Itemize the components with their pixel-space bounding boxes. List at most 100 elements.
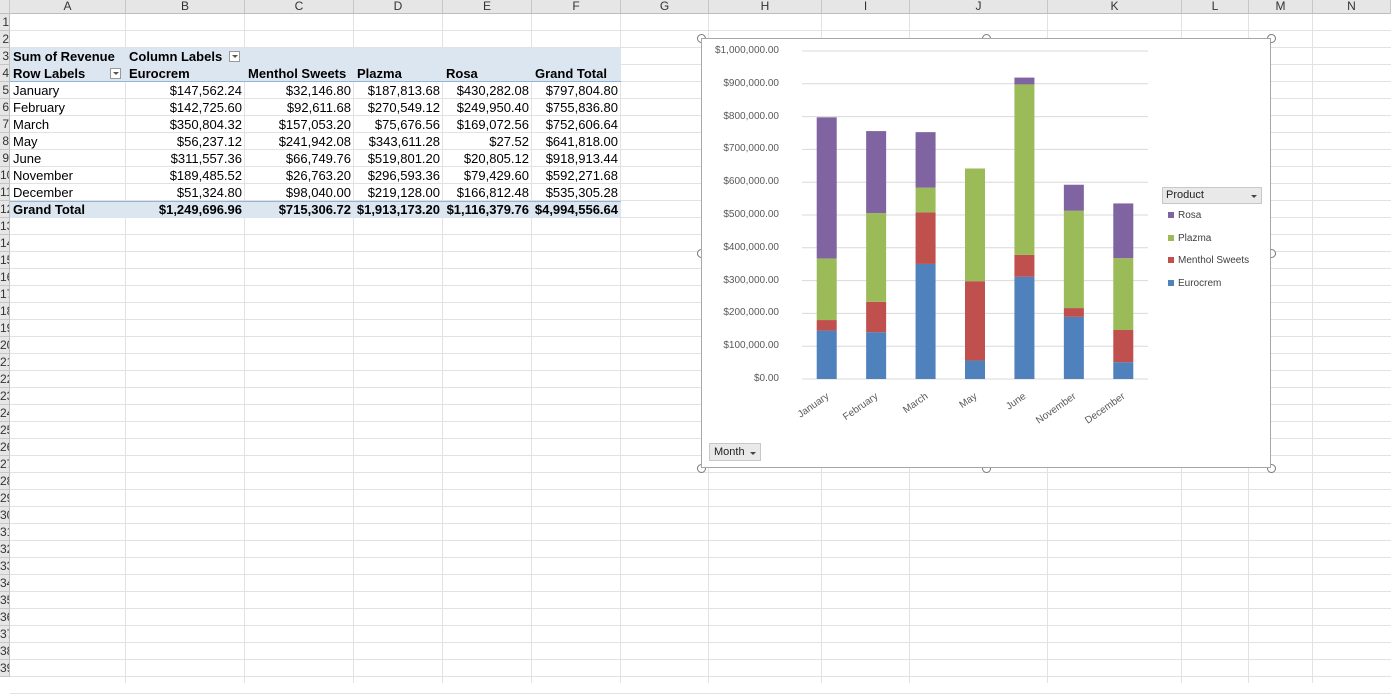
pivot-row-label[interactable]: March (10, 116, 126, 133)
bar-plazma-february[interactable] (866, 213, 886, 302)
bar-menthol-sweets-november[interactable] (1064, 308, 1084, 317)
select-all-corner[interactable] (0, 0, 10, 14)
row-header-38[interactable]: 38 (0, 643, 10, 660)
row-header-18[interactable]: 18 (0, 303, 10, 320)
pivot-value-cell[interactable]: $797,804.80 (532, 82, 621, 99)
row-header-7[interactable]: 7 (0, 116, 10, 133)
column-header-M[interactable]: M (1249, 0, 1313, 14)
row-header-10[interactable]: 10 (0, 167, 10, 184)
row-header-36[interactable]: 36 (0, 609, 10, 626)
row-header-27[interactable]: 27 (0, 456, 10, 473)
row-header-11[interactable]: 11 (0, 184, 10, 201)
pivot-value-cell[interactable]: $535,305.28 (532, 184, 621, 201)
pivot-value-cell[interactable]: $157,053.20 (245, 116, 354, 133)
row-header-22[interactable]: 22 (0, 371, 10, 388)
pivot-value-cell[interactable]: $142,725.60 (126, 99, 245, 116)
pivot-grand-total-cell[interactable]: $1,249,696.96 (126, 201, 245, 218)
pivot-value-cell[interactable]: $311,557.36 (126, 150, 245, 167)
column-header-H[interactable]: H (709, 0, 822, 14)
pivot-value-cell[interactable]: $350,804.32 (126, 116, 245, 133)
pivot-column-header[interactable]: Grand Total (532, 65, 621, 82)
column-header-E[interactable]: E (443, 0, 532, 14)
row-header-14[interactable]: 14 (0, 235, 10, 252)
pivot-value-cell[interactable]: $241,942.08 (245, 133, 354, 150)
column-header-F[interactable]: F (532, 0, 621, 14)
column-header-D[interactable]: D (354, 0, 443, 14)
pivot-value-cell[interactable]: $26,763.20 (245, 167, 354, 184)
pivot-value-cell[interactable]: $592,271.68 (532, 167, 621, 184)
row-header-16[interactable]: 16 (0, 269, 10, 286)
month-field-button[interactable]: Month (709, 443, 761, 461)
bar-eurocrem-february[interactable] (866, 332, 886, 379)
column-header-C[interactable]: C (245, 0, 354, 14)
row-header-2[interactable]: 2 (0, 31, 10, 48)
legend-item-rosa[interactable]: Rosa (1168, 210, 1201, 221)
bar-eurocrem-may[interactable] (965, 361, 985, 379)
bar-eurocrem-december[interactable] (1113, 362, 1133, 379)
row-header-15[interactable]: 15 (0, 252, 10, 269)
row-header-28[interactable]: 28 (0, 473, 10, 490)
pivot-value-cell[interactable]: $641,818.00 (532, 133, 621, 150)
row-header-12[interactable]: 12 (0, 201, 10, 218)
bar-eurocrem-november[interactable] (1064, 317, 1084, 379)
pivot-value-cell[interactable]: $98,040.00 (245, 184, 354, 201)
bar-rosa-june[interactable] (1014, 78, 1034, 85)
pivot-column-header[interactable]: Rosa (443, 65, 532, 82)
bar-menthol-sweets-december[interactable] (1113, 330, 1133, 362)
pivot-value-cell[interactable]: $32,146.80 (245, 82, 354, 99)
row-header-20[interactable]: 20 (0, 337, 10, 354)
pivot-value-cell[interactable]: $75,676.56 (354, 116, 443, 133)
row-header-25[interactable]: 25 (0, 422, 10, 439)
bar-rosa-february[interactable] (866, 131, 886, 213)
row-header-3[interactable]: 3 (0, 48, 10, 65)
bar-plazma-december[interactable] (1113, 258, 1133, 330)
pivot-grand-total-label[interactable]: Grand Total (10, 201, 126, 218)
pivot-column-header[interactable]: Menthol Sweets (245, 65, 354, 82)
pivot-column-labels[interactable]: Column Labels (126, 48, 245, 65)
bar-menthol-sweets-june[interactable] (1014, 255, 1034, 277)
row-header-34[interactable]: 34 (0, 575, 10, 592)
column-header-G[interactable]: G (621, 0, 709, 14)
pivot-value-cell[interactable]: $147,562.24 (126, 82, 245, 99)
legend-item-eurocrem[interactable]: Eurocrem (1168, 278, 1221, 289)
pivot-row-label[interactable]: December (10, 184, 126, 201)
pivot-value-cell[interactable]: $66,749.76 (245, 150, 354, 167)
row-header-13[interactable]: 13 (0, 218, 10, 235)
row-header-6[interactable]: 6 (0, 99, 10, 116)
pivot-value-cell[interactable]: $169,072.56 (443, 116, 532, 133)
column-header-A[interactable]: A (10, 0, 126, 14)
pivot-grand-total-cell[interactable]: $1,116,379.76 (443, 201, 532, 218)
pivot-row-label[interactable]: November (10, 167, 126, 184)
pivot-values-label[interactable]: Sum of Revenue (10, 48, 126, 65)
pivot-value-cell[interactable]: $519,801.20 (354, 150, 443, 167)
column-header-L[interactable]: L (1182, 0, 1249, 14)
bar-menthol-sweets-march[interactable] (916, 212, 936, 264)
row-header-32[interactable]: 32 (0, 541, 10, 558)
pivot-value-cell[interactable]: $219,128.00 (354, 184, 443, 201)
row-header-17[interactable]: 17 (0, 286, 10, 303)
bar-rosa-december[interactable] (1113, 203, 1133, 258)
row-header-39[interactable]: 39 (0, 660, 10, 677)
row-header-33[interactable]: 33 (0, 558, 10, 575)
pivot-value-cell[interactable]: $918,913.44 (532, 150, 621, 167)
bar-plazma-march[interactable] (916, 188, 936, 213)
row-header-30[interactable]: 30 (0, 507, 10, 524)
pivot-value-cell[interactable]: $755,836.80 (532, 99, 621, 116)
row-labels-filter-dropdown[interactable] (110, 68, 121, 79)
column-header-I[interactable]: I (822, 0, 910, 14)
bar-eurocrem-june[interactable] (1014, 277, 1034, 379)
legend-field-button[interactable]: Product (1162, 187, 1262, 204)
row-header-31[interactable]: 31 (0, 524, 10, 541)
pivot-value-cell[interactable]: $79,429.60 (443, 167, 532, 184)
pivot-row-label[interactable]: May (10, 133, 126, 150)
pivot-value-cell[interactable]: $92,611.68 (245, 99, 354, 116)
pivot-value-cell[interactable]: $752,606.64 (532, 116, 621, 133)
row-header-5[interactable]: 5 (0, 82, 10, 99)
pivot-row-label[interactable]: January (10, 82, 126, 99)
bar-rosa-march[interactable] (916, 132, 936, 187)
pivot-value-cell[interactable]: $51,324.80 (126, 184, 245, 201)
legend-item-plazma[interactable]: Plazma (1168, 233, 1211, 244)
row-header-23[interactable]: 23 (0, 388, 10, 405)
row-header-24[interactable]: 24 (0, 405, 10, 422)
bar-plazma-may[interactable] (965, 168, 985, 281)
